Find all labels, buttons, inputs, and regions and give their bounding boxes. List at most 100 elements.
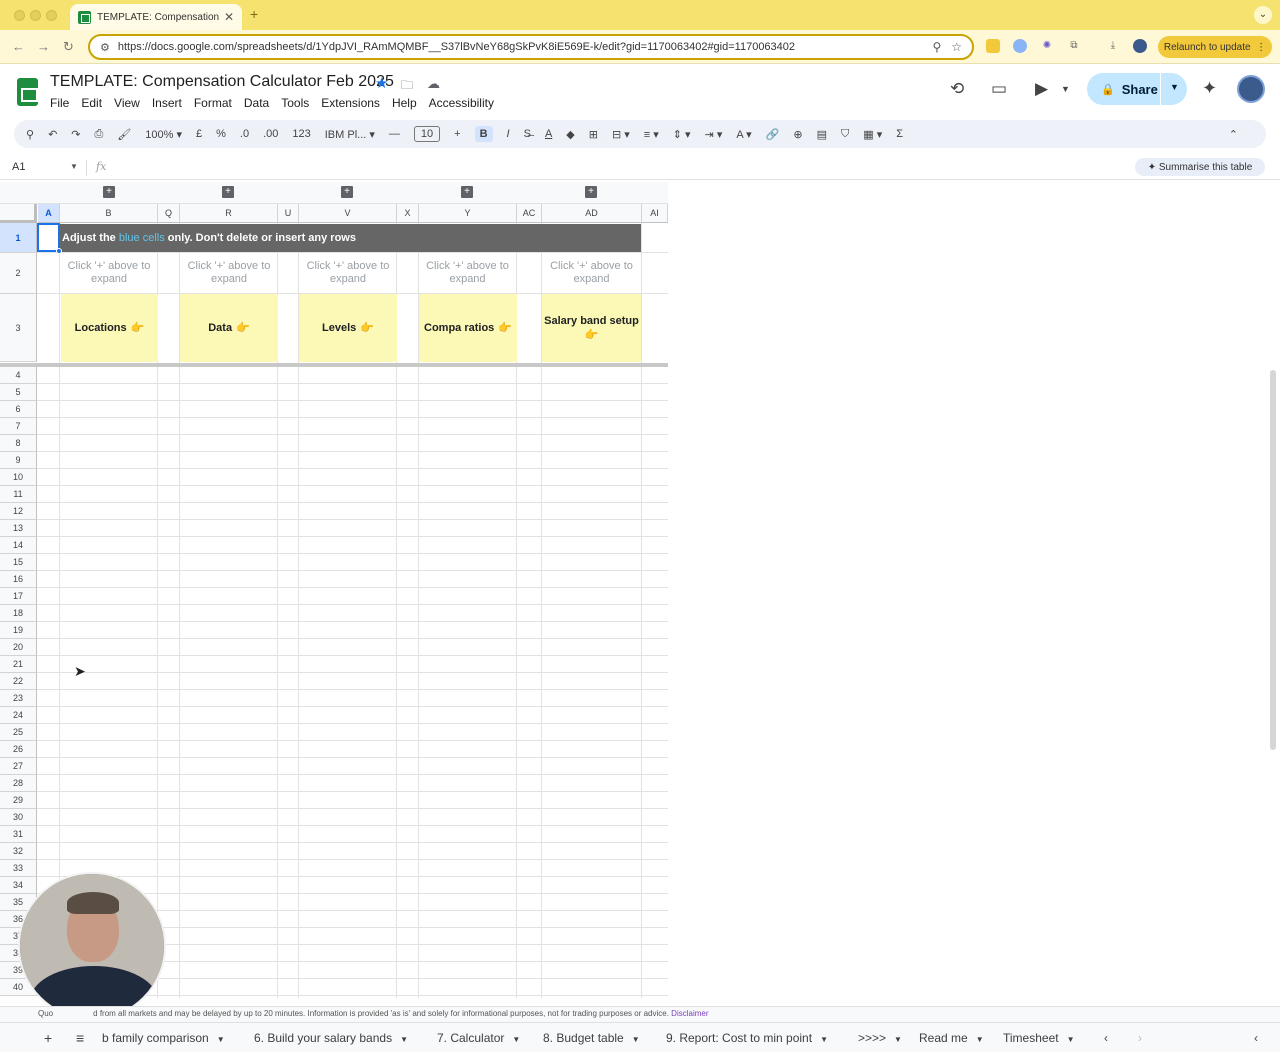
row-header-3[interactable]: 3 [0, 294, 37, 362]
merge-cells-icon[interactable]: ⊟ ▾ [612, 128, 630, 141]
row-header-4[interactable]: 4 [0, 367, 37, 384]
paint-format-icon[interactable]: 🖌 [117, 128, 131, 141]
currency-format-button[interactable]: £ [196, 128, 202, 140]
back-arrow-icon[interactable]: ← [12, 39, 25, 54]
scroll-tabs-left-icon[interactable]: ‹ [1104, 1031, 1108, 1045]
comments-icon[interactable]: ▭ [991, 79, 1007, 99]
explore-collapse-icon[interactable]: ‹ [1254, 1031, 1258, 1045]
meet-video-icon[interactable]: ▶ [1035, 79, 1048, 99]
row-header-11[interactable]: 11 [0, 486, 37, 503]
row-header-17[interactable]: 17 [0, 588, 37, 605]
site-settings-icon[interactable]: ⚙ [100, 41, 110, 54]
font-size-minus-icon[interactable]: — [389, 128, 400, 140]
sheet-tab[interactable]: 8. Budget table ▼ [543, 1031, 640, 1045]
sheet-tab[interactable]: Timesheet ▼ [1003, 1031, 1075, 1045]
extension-yellow-icon[interactable] [986, 39, 1000, 53]
print-icon[interactable]: ⎙ [95, 128, 104, 141]
menu-view[interactable]: View [114, 96, 140, 110]
name-box-chevron-down-icon[interactable]: ▼ [70, 162, 78, 171]
row-header-26[interactable]: 26 [0, 741, 37, 758]
italic-button[interactable]: I [507, 128, 510, 140]
star-icon[interactable]: ★ [375, 74, 388, 92]
expand-group-plus-icon[interactable]: + [461, 186, 473, 198]
row-header-25[interactable]: 25 [0, 724, 37, 741]
horizontal-align-icon[interactable]: ≡ ▾ [644, 128, 659, 141]
reload-icon[interactable]: ↻ [63, 39, 74, 55]
row-header-12[interactable]: 12 [0, 503, 37, 520]
menu-insert[interactable]: Insert [152, 96, 182, 110]
gemini-sparkle-icon[interactable]: ✦ [1202, 78, 1217, 99]
column-header-a[interactable]: A [38, 204, 60, 223]
undo-icon[interactable]: ↶ [48, 128, 57, 141]
disclaimer-link[interactable]: Disclaimer [671, 1009, 708, 1018]
font-size-input[interactable]: 10 [413, 126, 441, 142]
version-history-icon[interactable]: ⟲ [950, 79, 964, 99]
section-locations[interactable]: Locations 👉 [61, 294, 158, 362]
close-icon[interactable]: ✕ [224, 10, 234, 24]
column-header-x[interactable]: X [397, 204, 419, 223]
summarise-table-button[interactable]: ✦ Summarise this table [1135, 158, 1265, 176]
zoom-magnifier-icon[interactable]: ⚲ [932, 40, 941, 54]
filter-icon[interactable]: ⛉ [841, 128, 849, 141]
download-icon[interactable]: ⤓ [1106, 39, 1120, 53]
relaunch-button[interactable]: Relaunch to update ⋮ [1158, 36, 1272, 58]
sheet-tab[interactable]: 6. Build your salary bands ▼ [254, 1031, 408, 1045]
row-header-22[interactable]: 22 [0, 673, 37, 690]
row-header-9[interactable]: 9 [0, 452, 37, 469]
insert-link-icon[interactable]: 🔗 [766, 128, 780, 141]
add-sheet-plus-icon[interactable]: + [44, 1030, 52, 1046]
sheet-tab[interactable]: 9. Report: Cost to min point ▼ [666, 1031, 828, 1045]
functions-sigma-icon[interactable]: Σ [896, 128, 903, 140]
profile-avatar-icon[interactable] [1133, 39, 1147, 53]
vertical-scrollbar[interactable] [1270, 370, 1276, 750]
filter-views-icon[interactable]: ▦ ▾ [863, 128, 882, 141]
row-header-5[interactable]: 5 [0, 384, 37, 401]
font-size-plus-icon[interactable]: + [454, 128, 460, 140]
column-header-ad[interactable]: AD [542, 204, 642, 223]
column-header-r[interactable]: R [180, 204, 278, 223]
menu-data[interactable]: Data [244, 96, 269, 110]
section-compa-ratios[interactable]: Compa ratios 👉 [419, 294, 517, 362]
expand-group-plus-icon[interactable]: + [585, 186, 597, 198]
sheet-tab[interactable]: Read me ▼ [919, 1031, 984, 1045]
expand-group-plus-icon[interactable]: + [103, 186, 115, 198]
column-header-ai[interactable]: AI [642, 204, 668, 223]
row-header-6[interactable]: 6 [0, 401, 37, 418]
menu-file[interactable]: File [50, 96, 69, 110]
bookmark-star-icon[interactable]: ☆ [951, 40, 962, 54]
share-button[interactable]: 🔒 Share ▼ [1087, 73, 1187, 105]
strikethrough-icon[interactable]: S̶ [524, 128, 531, 140]
row-header-32[interactable]: 32 [0, 843, 37, 860]
new-tab-plus-icon[interactable]: + [250, 6, 258, 22]
cloud-status-icon[interactable]: ☁ [427, 76, 440, 92]
menu-accessibility[interactable]: Accessibility [429, 96, 494, 110]
sheet-tab[interactable]: b family comparison ▼ [102, 1031, 225, 1045]
collapse-toolbar-chevron-up-icon[interactable]: ⌃ [1229, 128, 1238, 141]
zoom-select[interactable]: 100% ▾ [145, 128, 182, 141]
row-header-10[interactable]: 10 [0, 469, 37, 486]
row-header-30[interactable]: 30 [0, 809, 37, 826]
expand-group-plus-icon[interactable]: + [341, 186, 353, 198]
row-header-28[interactable]: 28 [0, 775, 37, 792]
row-header-23[interactable]: 23 [0, 690, 37, 707]
menu-extensions[interactable]: Extensions [321, 96, 380, 110]
tab-search-chevron-icon[interactable]: ⌄ [1254, 6, 1272, 24]
row-header-1[interactable]: 1 [0, 223, 37, 253]
extension-blue-icon[interactable] [1013, 39, 1027, 53]
menu-help[interactable]: Help [392, 96, 417, 110]
section-data[interactable]: Data 👉 [180, 294, 278, 362]
row-header-18[interactable]: 18 [0, 605, 37, 622]
row-header-19[interactable]: 19 [0, 622, 37, 639]
fill-color-icon[interactable]: ◆ [566, 128, 574, 141]
insert-comment-icon[interactable]: ⊕ [793, 128, 802, 141]
scroll-tabs-right-icon[interactable]: › [1138, 1031, 1142, 1045]
section-salary-band-setup[interactable]: Salary band setup 👉 [542, 294, 641, 362]
search-menus-icon[interactable]: ⚲ [26, 128, 34, 141]
row-header-20[interactable]: 20 [0, 639, 37, 656]
row-header-29[interactable]: 29 [0, 792, 37, 809]
bold-button[interactable]: B [474, 126, 493, 142]
window-zoom-button[interactable] [46, 10, 57, 21]
column-header-b[interactable]: B [60, 204, 158, 223]
row-header-14[interactable]: 14 [0, 537, 37, 554]
row-header-16[interactable]: 16 [0, 571, 37, 588]
